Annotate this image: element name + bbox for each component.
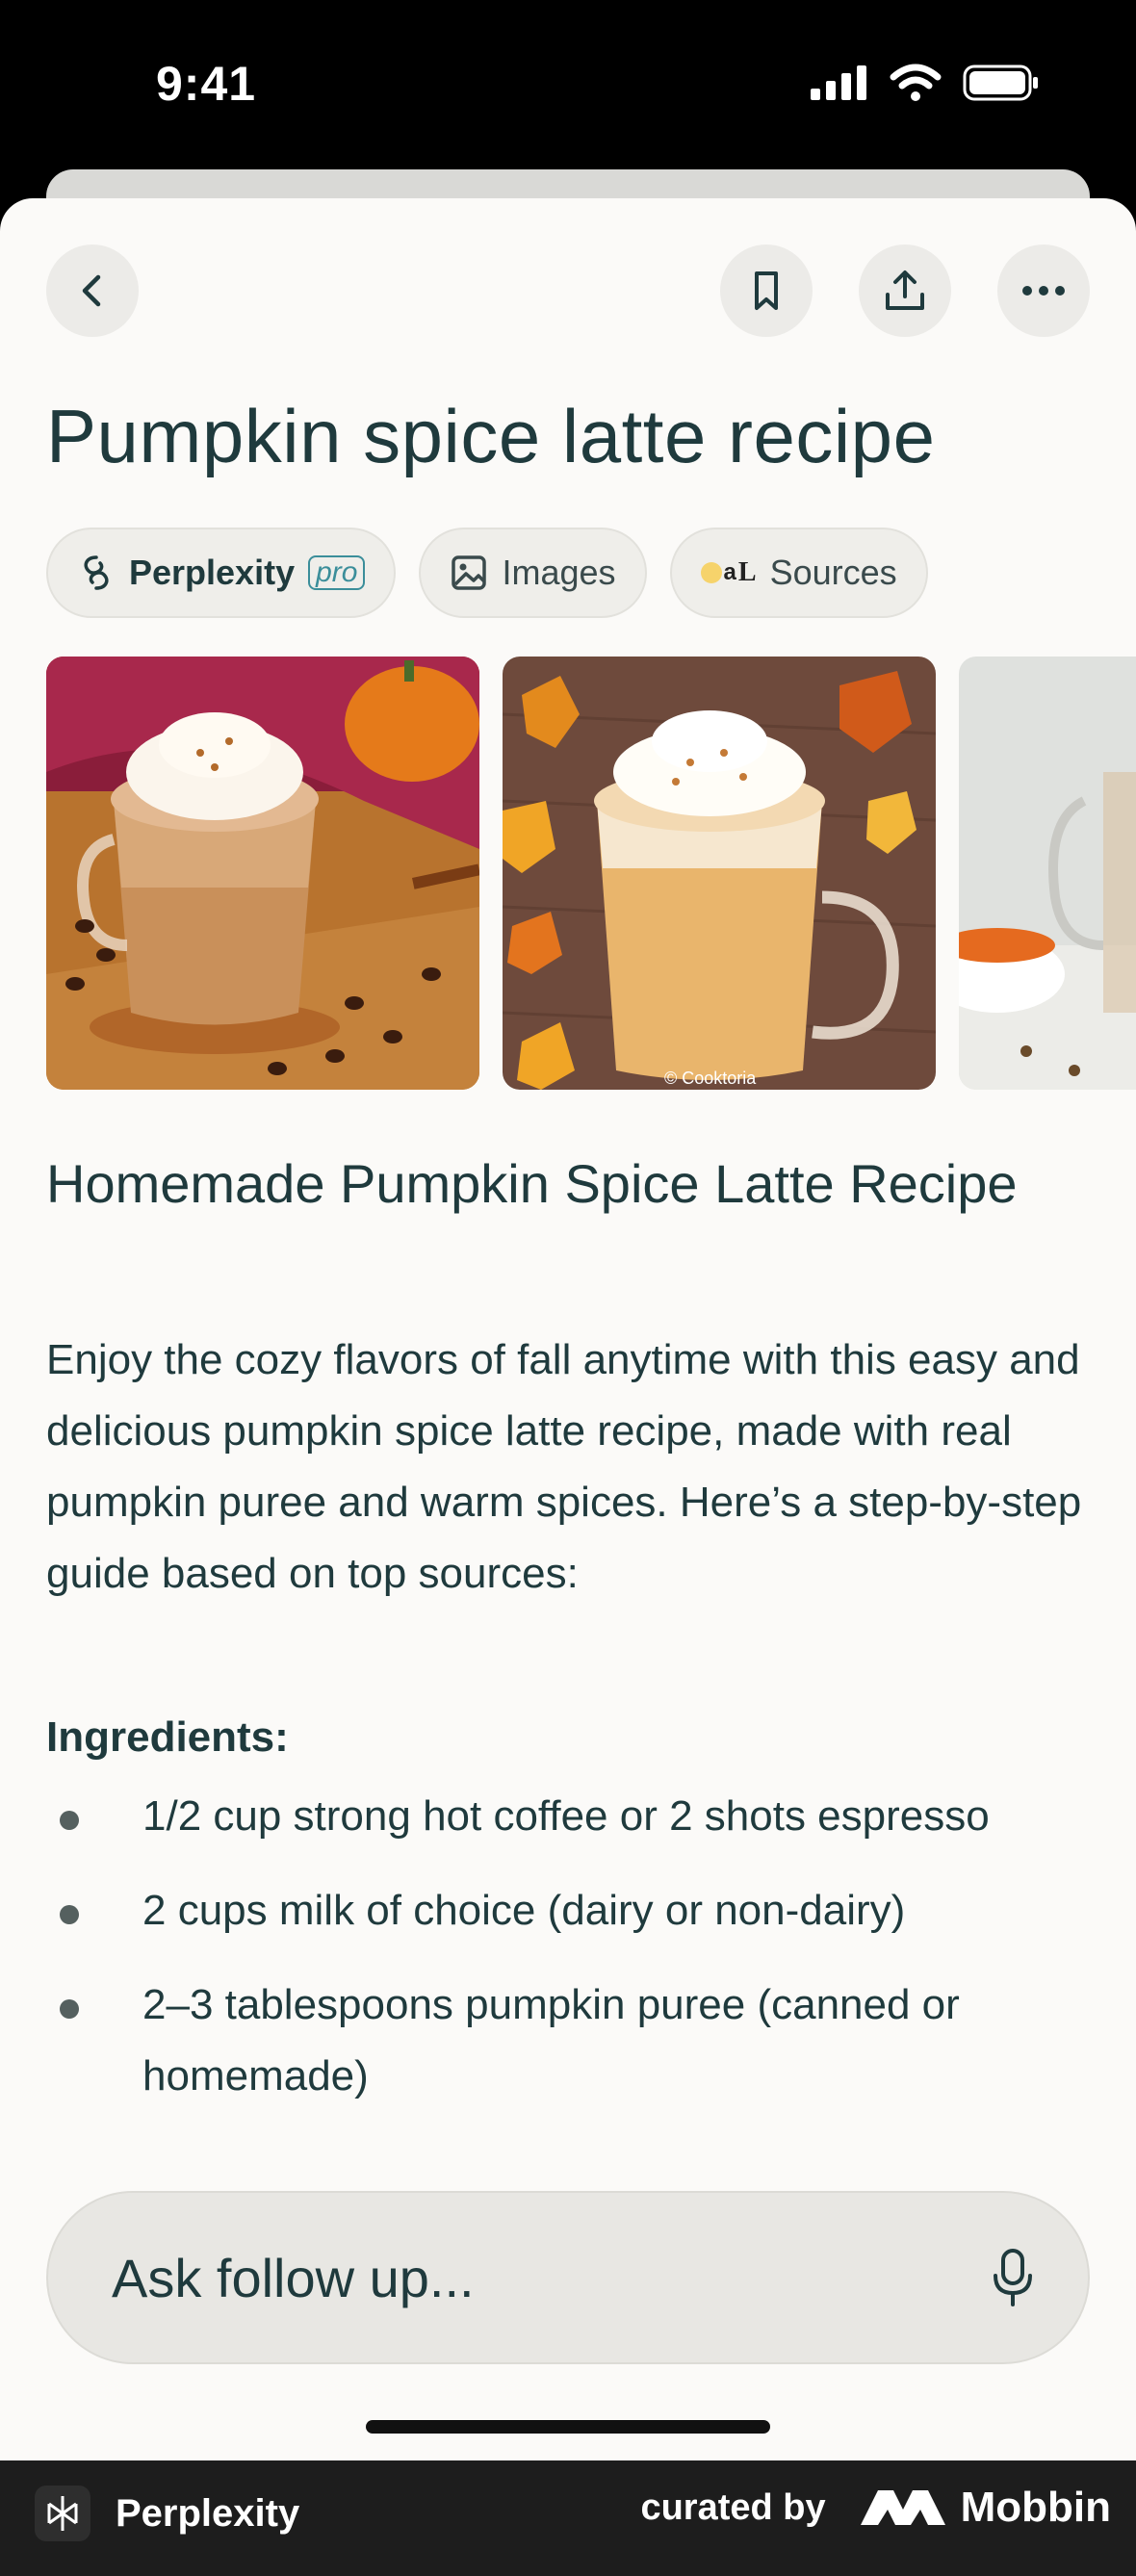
more-icon bbox=[1022, 286, 1065, 296]
tab-sources-label: Sources bbox=[769, 553, 897, 592]
share-button[interactable] bbox=[859, 245, 951, 337]
footer-credit: curated by Mobbin bbox=[640, 2484, 1111, 2532]
pro-badge: pro bbox=[308, 555, 366, 590]
favicon-letter-a: a bbox=[723, 559, 736, 585]
bookmark-icon bbox=[755, 271, 778, 310]
wifi-icon bbox=[890, 64, 942, 101]
home-indicator bbox=[366, 2420, 770, 2434]
ingredient-text: 1/2 cup strong hot coffee or 2 shots esp… bbox=[142, 1792, 990, 1840]
image-card[interactable]: © Cooktoria bbox=[503, 657, 936, 1090]
share-icon bbox=[886, 270, 924, 310]
answer-intro: Enjoy the cozy flavors of fall anytime w… bbox=[46, 1336, 1082, 1597]
ask-placeholder: Ask follow up... bbox=[112, 2247, 475, 2308]
latte-photo-2: © Cooktoria bbox=[503, 657, 936, 1090]
ingredient-text: 2 cups milk of choice (dairy or non-dair… bbox=[142, 1887, 906, 1934]
tab-sources[interactable]: a L Sources bbox=[669, 528, 928, 618]
tab-images[interactable]: Images bbox=[419, 528, 647, 618]
answer-sheet: Pumpkin spice latte recipe Perplexity pr… bbox=[0, 198, 1136, 2460]
footer-app-name: Perplexity bbox=[116, 2491, 300, 2535]
curated-by-label: curated by bbox=[640, 2486, 826, 2528]
tab-perplexity[interactable]: Perplexity pro bbox=[46, 528, 397, 618]
favicon-letter-l: L bbox=[737, 557, 757, 587]
image-watermark: © Cooktoria bbox=[664, 1069, 757, 1088]
latte-photo-1 bbox=[46, 657, 479, 1090]
list-item: 2–3 tablespoons pumpkin puree (canned or… bbox=[46, 1970, 1096, 2112]
answer-heading: Homemade Pumpkin Spice Latte Recipe bbox=[46, 1153, 1018, 1214]
perplexity-app-icon bbox=[35, 2486, 90, 2541]
footer-app: Perplexity bbox=[35, 2486, 299, 2541]
page-title: Pumpkin spice latte recipe bbox=[46, 394, 936, 478]
status-bar: 9:41 bbox=[0, 0, 1136, 173]
mobbin-logo-icon bbox=[860, 2490, 945, 2525]
back-button[interactable] bbox=[46, 245, 139, 337]
mic-button[interactable] bbox=[992, 2249, 1034, 2306]
tab-images-label: Images bbox=[502, 553, 616, 592]
bookmark-button[interactable] bbox=[720, 245, 813, 337]
battery-icon bbox=[963, 64, 1038, 101]
bullet bbox=[60, 1999, 79, 2019]
status-time: 9:41 bbox=[156, 57, 257, 111]
favicon-dot bbox=[700, 562, 722, 583]
perplexity-mark-icon bbox=[47, 2496, 78, 2531]
chevron-left-icon bbox=[82, 274, 101, 307]
list-item: 1/2 cup strong hot coffee or 2 shots esp… bbox=[46, 1781, 1096, 1852]
bullet bbox=[60, 1811, 79, 1830]
image-card[interactable] bbox=[959, 657, 1136, 1090]
cellular-signal-icon bbox=[811, 65, 866, 100]
image-card[interactable] bbox=[46, 657, 479, 1090]
ingredients-list: 1/2 cup strong hot coffee or 2 shots esp… bbox=[46, 1781, 1096, 2135]
bullet bbox=[60, 1905, 79, 1924]
perplexity-logo-icon bbox=[84, 555, 109, 590]
source-tabs: Perplexity pro Images a L Sources bbox=[46, 528, 928, 618]
image-icon bbox=[452, 555, 487, 590]
tab-perplexity-label: Perplexity bbox=[129, 553, 296, 592]
latte-photo-3 bbox=[959, 657, 1136, 1090]
ask-follow-up-input[interactable]: Ask follow up... bbox=[46, 2191, 1090, 2364]
source-favicons-icon: a L bbox=[700, 557, 757, 588]
microphone-icon bbox=[994, 2249, 1032, 2306]
status-icons bbox=[811, 64, 1040, 102]
footer-bar: Perplexity curated by Mobbin bbox=[0, 2460, 1136, 2576]
mobbin-brand: Mobbin bbox=[860, 2484, 1111, 2532]
more-options-button[interactable] bbox=[997, 245, 1090, 337]
mobbin-name: Mobbin bbox=[960, 2484, 1111, 2531]
image-carousel[interactable]: © Cooktoria bbox=[46, 657, 1136, 1090]
list-item: 2 cups milk of choice (dairy or non-dair… bbox=[46, 1875, 1096, 1946]
ingredients-title: Ingredients: bbox=[46, 1713, 289, 1761]
ingredient-text: 2–3 tablespoons pumpkin puree (canned or… bbox=[142, 1981, 960, 2099]
